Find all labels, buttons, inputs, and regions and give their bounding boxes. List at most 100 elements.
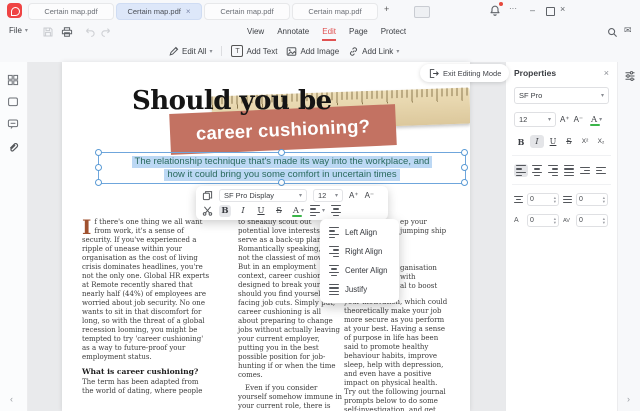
exit-editing-mode-button[interactable]: Exit Editing Mode <box>420 64 510 82</box>
selection-handle[interactable] <box>95 164 102 171</box>
menu-item-justify[interactable]: Justify <box>320 280 399 299</box>
expand-panel-chevron[interactable]: › <box>627 394 630 404</box>
decrease-font-button[interactable]: A⁻ <box>365 191 375 200</box>
properties-size-select[interactable]: 12 ▾ <box>514 112 556 127</box>
search-icon[interactable] <box>607 27 618 38</box>
selection-handle[interactable] <box>461 164 468 171</box>
font-family-select[interactable]: SF Pro Display ▾ <box>219 189 307 202</box>
file-menu[interactable]: File ▾ <box>9 26 28 35</box>
menu-edit-active[interactable]: Edit <box>322 27 337 41</box>
selection-handle[interactable] <box>278 149 285 156</box>
font-color-button[interactable]: A ▾ <box>589 114 602 126</box>
character-spacing-input[interactable]: 0 ▴ ▾ <box>527 214 559 227</box>
add-image-button[interactable]: Add Image <box>286 46 339 57</box>
notifications-bell-icon[interactable] <box>489 2 503 17</box>
selection-handle[interactable] <box>95 149 102 156</box>
window-minimize-button[interactable]: – <box>530 4 535 17</box>
window-maximize-button[interactable] <box>546 7 555 16</box>
edit-all-button[interactable]: Edit All ▾ <box>168 46 212 57</box>
paragraph-spacing-input[interactable]: 0 ▴ ▾ <box>576 193 608 206</box>
align-left-button-active[interactable] <box>514 164 528 177</box>
edit-toolbar: Edit All ▾ T Add Text Add Image Add Link… <box>0 43 640 63</box>
document-tab-2-active[interactable]: Certain map.pdf × <box>116 3 202 20</box>
selection-handle[interactable] <box>95 179 102 186</box>
stepper[interactable]: ▴ ▾ <box>554 195 556 203</box>
strikethrough-button[interactable]: S <box>273 205 285 217</box>
line-spacing-input[interactable]: 0 ▴ ▾ <box>527 193 559 206</box>
caret-down-icon: ▾ <box>301 208 305 214</box>
document-tab-3[interactable]: Certain map.pdf <box>204 3 290 20</box>
save-icon[interactable] <box>42 26 54 38</box>
article-title[interactable]: Should you be <box>132 86 332 116</box>
selection-handle[interactable] <box>461 149 468 156</box>
collapse-sidebar-chevron[interactable]: ‹ <box>10 394 13 404</box>
decrease-font-button[interactable]: A⁻ <box>574 115 584 124</box>
pdf-page[interactable]: Should you be career cushioning? The rel… <box>62 62 470 411</box>
attachments-panel-icon[interactable] <box>7 140 19 152</box>
menu-item-left-align[interactable]: Left Align <box>320 223 399 242</box>
strikethrough-button[interactable]: S <box>562 135 576 148</box>
font-color-button[interactable]: A ▾ <box>291 205 304 217</box>
bold-button[interactable]: B <box>219 204 231 217</box>
italic-button-active[interactable]: I <box>530 135 544 148</box>
menu-annotate[interactable]: Annotate <box>277 27 309 41</box>
align-center-button[interactable] <box>530 164 544 177</box>
body-column-1[interactable]: If there's one thing we all want from wo… <box>82 217 212 400</box>
properties-font-select[interactable]: SF Pro ▾ <box>514 87 609 104</box>
menu-page[interactable]: Page <box>349 27 368 41</box>
selection-handle[interactable] <box>461 179 468 186</box>
stepper[interactable]: ▴ ▾ <box>603 216 605 224</box>
stepper[interactable]: ▴ ▾ <box>603 195 605 203</box>
redo-icon[interactable] <box>100 26 112 38</box>
panel-divider <box>512 184 611 185</box>
italic-button[interactable]: I <box>237 205 249 217</box>
bold-button[interactable]: B <box>514 135 528 148</box>
font-size-select[interactable]: 12 ▾ <box>313 189 343 202</box>
menu-item-center-align[interactable]: Center Align <box>320 261 399 280</box>
alignment-menu-button[interactable]: ▾ <box>310 205 325 216</box>
line-spacing-icon[interactable] <box>331 205 342 216</box>
thumbnails-panel-icon[interactable] <box>7 74 19 86</box>
selection-handle[interactable] <box>278 179 285 186</box>
align-justify-icon <box>329 284 339 295</box>
align-right-button[interactable] <box>546 164 560 177</box>
menu-protect[interactable]: Protect <box>381 27 406 41</box>
col1-paragraph-1: f there's one thing we all want from wor… <box>82 218 210 361</box>
increase-font-button[interactable]: A⁺ <box>349 191 359 200</box>
document-tab-1[interactable]: Certain map.pdf <box>28 3 114 20</box>
print-icon[interactable] <box>61 26 73 38</box>
menu-view[interactable]: View <box>247 27 264 41</box>
more-options-button[interactable]: ··· <box>509 2 517 15</box>
menubar: File ▾ View Annotate Edit Page Protect ✉ <box>0 22 640 43</box>
add-link-button[interactable]: Add Link ▾ <box>348 46 399 57</box>
superscript-button[interactable]: X² <box>578 135 592 148</box>
share-envelope-icon[interactable]: ✉ <box>624 25 632 36</box>
properties-sliders-icon[interactable] <box>624 70 636 82</box>
subscript-button[interactable]: X₂ <box>594 135 608 148</box>
underline-button[interactable]: U <box>546 135 560 148</box>
cut-scissors-icon[interactable] <box>202 205 213 216</box>
font-size-value: 12 <box>318 191 327 200</box>
document-tab-4[interactable]: Certain map.pdf <box>292 3 378 20</box>
increase-indent-button[interactable] <box>594 164 608 177</box>
account-badge[interactable] <box>414 6 430 18</box>
tab-close-icon[interactable]: × <box>186 7 191 16</box>
underline-button[interactable]: U <box>255 205 267 217</box>
add-text-button[interactable]: T Add Text <box>231 45 277 57</box>
new-tab-button[interactable]: + <box>384 3 389 16</box>
undo-icon[interactable] <box>84 26 96 38</box>
character-spacing-value: 0 <box>530 217 534 224</box>
align-justify-button[interactable] <box>562 164 576 177</box>
close-panel-icon[interactable]: × <box>604 68 609 78</box>
app-logo-icon[interactable] <box>7 3 22 18</box>
increase-font-button[interactable]: A⁺ <box>560 115 570 124</box>
decrease-indent-button[interactable] <box>578 164 592 177</box>
window-close-button[interactable]: × <box>560 3 565 16</box>
copy-icon[interactable] <box>202 190 213 201</box>
stepper[interactable]: ▴ ▾ <box>554 216 556 224</box>
word-spacing-input[interactable]: 0 ▴ ▾ <box>576 214 608 227</box>
menu-item-right-align[interactable]: Right Align <box>320 242 399 261</box>
bookmarks-panel-icon[interactable] <box>7 96 19 108</box>
comments-panel-icon[interactable] <box>7 118 19 130</box>
align-left-icon <box>310 205 321 216</box>
